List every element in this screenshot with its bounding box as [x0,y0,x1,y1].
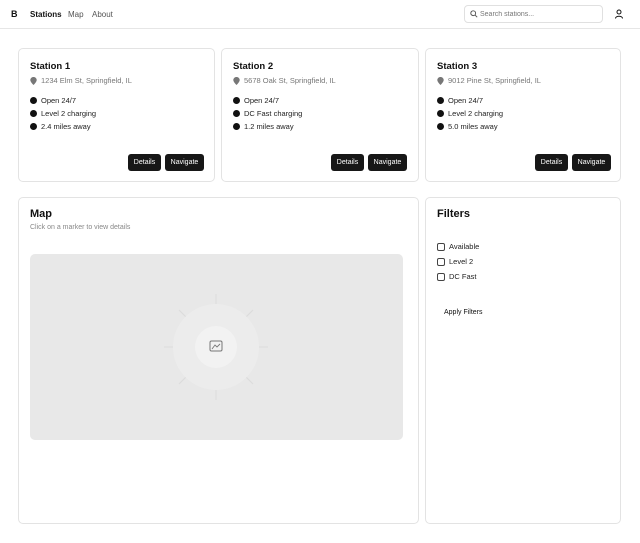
station-feature: Level 2 charging [30,109,96,118]
apply-filters-button[interactable]: Apply Filters [437,305,490,320]
station-title: Station 2 [233,61,274,72]
location-icon [233,123,240,130]
checkbox[interactable] [437,257,445,266]
station-address-text: 5678 Oak St, Springfield, IL [244,76,336,85]
filter-label: DC Fast [449,272,477,281]
station-address: 1234 Elm St, Springfield, IL [30,76,132,85]
plug-icon [30,110,37,117]
feature-text: 2.4 miles away [41,122,91,131]
station-feature: 2.4 miles away [30,122,91,131]
search-input[interactable] [480,8,598,21]
map-title: Map [30,208,52,220]
feature-text: Open 24/7 [448,96,484,105]
map-canvas[interactable] [30,254,403,440]
station-feature: Open 24/7 [233,96,279,105]
feature-text: Level 2 charging [448,109,504,118]
search-icon [470,10,478,18]
checkbox[interactable] [437,242,445,251]
map-pin-icon [30,76,37,85]
filter-label: Level 2 [449,257,474,266]
filters-title: Filters [437,208,471,220]
station-address: 9012 Pine St, Springfield, IL [437,76,541,85]
station-feature: Open 24/7 [30,96,76,105]
checkbox[interactable] [437,272,445,281]
feature-text: DC Fast charging [244,109,303,118]
feature-text: 5.0 miles away [448,122,498,131]
feature-text: 1.2 miles away [244,122,294,131]
details-button[interactable]: Details [128,154,161,171]
map-subtitle: Click on a marker to view details [30,224,131,231]
filter-level-2[interactable]: Level 2 [437,257,473,266]
top-nav: B Stations Map About [0,0,640,29]
feature-text: Level 2 charging [41,109,97,118]
station-card: Station 3 9012 Pine St, Springfield, IL … [425,48,621,182]
location-icon [437,123,444,130]
plug-icon [233,110,240,117]
clock-icon [437,97,444,104]
nav-link-stations[interactable]: Stations [30,10,62,19]
station-address-text: 9012 Pine St, Springfield, IL [448,76,541,85]
search-box[interactable] [464,5,603,23]
map-placeholder-graphic [164,294,268,400]
navigate-button[interactable]: Navigate [165,154,204,171]
location-icon [30,123,37,130]
map-pin-icon [437,76,444,85]
user-icon[interactable] [614,9,624,19]
clock-icon [233,97,240,104]
filters-panel: Filters Available Level 2 DC Fast Apply … [425,197,621,524]
navigate-button[interactable]: Navigate [368,154,407,171]
station-title: Station 1 [30,61,71,72]
navigate-button[interactable]: Navigate [572,154,611,171]
details-button[interactable]: Details [331,154,364,171]
station-feature: 1.2 miles away [233,122,294,131]
map-pin-icon [233,76,240,85]
station-feature: DC Fast charging [233,109,302,118]
filter-dc-fast[interactable]: DC Fast [437,272,477,281]
station-address-text: 1234 Elm St, Springfield, IL [41,76,132,85]
station-title: Station 3 [437,61,478,72]
station-address: 5678 Oak St, Springfield, IL [233,76,336,85]
clock-icon [30,97,37,104]
details-button[interactable]: Details [535,154,568,171]
filter-label: Available [449,242,480,251]
nav-link-about[interactable]: About [92,10,113,19]
station-card: Station 2 5678 Oak St, Springfield, IL O… [221,48,419,182]
logo[interactable]: B [11,9,18,19]
nav-link-map[interactable]: Map [68,10,84,19]
station-feature: Open 24/7 [437,96,483,105]
plug-icon [437,110,444,117]
station-card: Station 1 1234 Elm St, Springfield, IL O… [18,48,215,182]
station-feature: 5.0 miles away [437,122,498,131]
filter-available[interactable]: Available [437,242,479,251]
map-panel: Map Click on a marker to view details [18,197,419,524]
feature-text: Open 24/7 [41,96,77,105]
feature-text: Open 24/7 [244,96,280,105]
station-feature: Level 2 charging [437,109,503,118]
